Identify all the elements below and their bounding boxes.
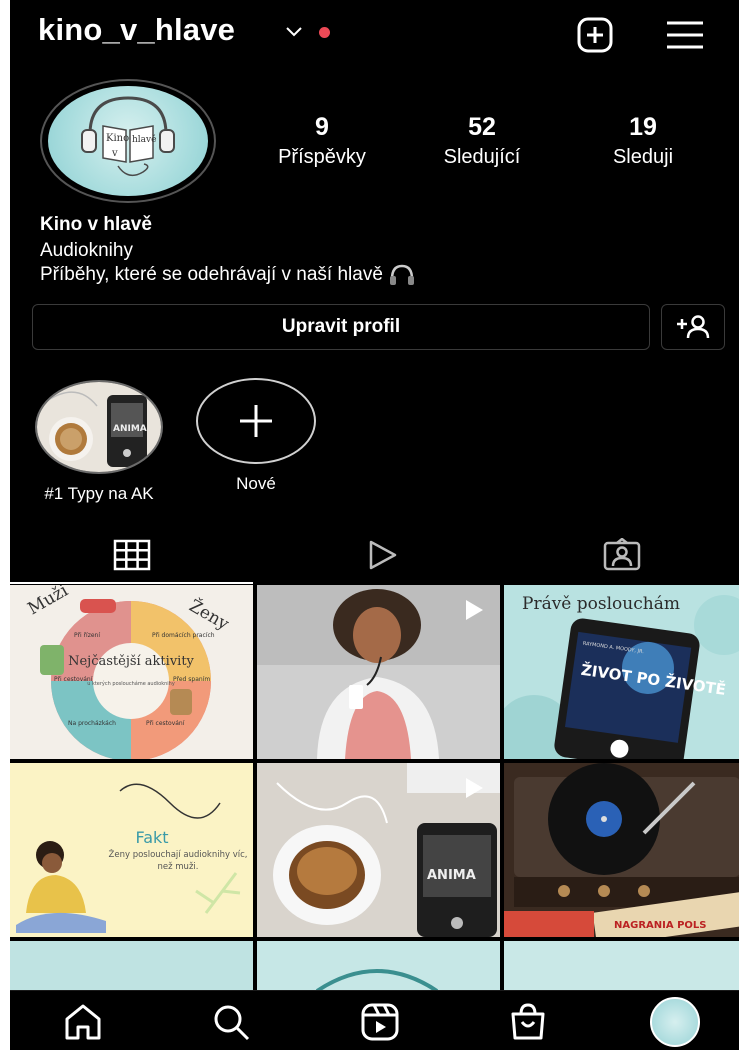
post-thumbnail[interactable]: Právě poslouchám RAYMOND A. MOODY, JR. Ž… xyxy=(504,585,739,759)
instagram-profile-screen: kino_v_hlave Kino v hlavě 9 Příspěvky 52… xyxy=(10,0,739,1050)
video-indicator-icon xyxy=(466,778,483,798)
hamburger-menu-icon xyxy=(667,21,703,49)
stat-label: Sleduji xyxy=(612,146,674,168)
chevron-down-icon[interactable] xyxy=(284,24,304,40)
svg-text:Na procházkách: Na procházkách xyxy=(68,720,116,727)
svg-text:u kterých posloucháme audiokni: u kterých posloucháme audioknihy xyxy=(87,680,175,687)
bottom-navigation xyxy=(10,990,739,1050)
create-post-button[interactable] xyxy=(575,15,615,55)
post-thumbnail[interactable]: NAGRANIA POLS xyxy=(504,763,739,937)
grid-icon xyxy=(113,539,150,571)
post-thumbnail-video[interactable] xyxy=(257,585,500,759)
profile-avatar: Kino v hlavě xyxy=(48,86,208,196)
post-thumbnail-video[interactable]: ANIMA xyxy=(257,763,500,937)
tagged-person-icon xyxy=(603,538,640,571)
video-indicator-icon xyxy=(466,600,483,620)
nav-reels-button[interactable] xyxy=(355,997,405,1047)
stat-value: 19 xyxy=(629,113,657,141)
post-thumbnail[interactable] xyxy=(257,941,500,991)
notification-dot xyxy=(319,27,330,38)
highlight-label: Nové xyxy=(236,474,276,493)
svg-text:hlavě: hlavě xyxy=(132,134,156,145)
post-thumbnail[interactable]: Fakt Ženy poslouchají audioknihy víc, ne… xyxy=(10,763,253,937)
nav-home-button[interactable] xyxy=(58,997,108,1047)
profile-bio: Příběhy, které se odehrávají v naší hlav… xyxy=(40,264,415,286)
profile-avatar-small xyxy=(650,997,700,1047)
reels-play-icon xyxy=(369,540,396,570)
stat-label: Sledující xyxy=(443,146,521,168)
username-switcher[interactable]: kino_v_hlave xyxy=(38,12,235,48)
svg-text:Nejčastější aktivity: Nejčastější aktivity xyxy=(68,654,194,669)
profile-display-name: Kino v hlavě xyxy=(40,214,152,235)
svg-text:ANIMA: ANIMA xyxy=(427,868,476,883)
profile-avatar-ring[interactable]: Kino v hlavě xyxy=(40,79,216,203)
new-highlight-ring xyxy=(196,378,316,464)
stat-value: 9 xyxy=(315,113,329,141)
svg-text:Při cestování: Při cestování xyxy=(146,720,185,727)
kino-v-hlave-logo: Kino v hlavě xyxy=(81,96,175,177)
plus-square-icon xyxy=(577,17,613,53)
shop-icon xyxy=(511,1003,545,1040)
svg-text:Právě poslouchám: Právě poslouchám xyxy=(522,594,680,614)
tab-reels[interactable] xyxy=(260,526,503,584)
tab-tagged[interactable] xyxy=(500,526,739,584)
edit-profile-button[interactable]: Upravit profil xyxy=(32,304,650,350)
nav-search-button[interactable] xyxy=(206,997,256,1047)
post-thumbnail[interactable]: Muži Ženy Nejčastější aktivity u kterých… xyxy=(10,585,253,759)
highlight-label: #1 Typy na AK xyxy=(44,484,154,503)
svg-text:Při cestování: Při cestování xyxy=(54,676,93,683)
nav-shop-button[interactable] xyxy=(503,997,553,1047)
reels-icon xyxy=(361,1003,399,1041)
followers-count[interactable]: 52 Sledující xyxy=(412,112,552,170)
svg-text:Při řízení: Při řízení xyxy=(74,632,100,639)
svg-text:Kino: Kino xyxy=(106,133,129,144)
discover-people-button[interactable] xyxy=(661,304,725,350)
story-highlight[interactable]: ANIMA #1 Typy na AK xyxy=(24,380,174,504)
posts-count[interactable]: 9 Příspěvky xyxy=(252,112,392,170)
active-tab-indicator xyxy=(10,582,253,584)
profile-category: Audioknihy xyxy=(40,240,133,261)
profile-tabs xyxy=(10,526,739,584)
plus-icon xyxy=(240,405,272,437)
menu-button[interactable] xyxy=(665,15,705,55)
add-person-icon xyxy=(677,315,710,339)
new-highlight[interactable]: Nové xyxy=(196,378,316,494)
svg-text:Fakt: Fakt xyxy=(135,828,168,847)
post-thumbnail[interactable] xyxy=(504,941,739,991)
bio-text: Příběhy, které se odehrávají v naší hlav… xyxy=(40,264,383,285)
svg-text:v: v xyxy=(111,148,118,159)
svg-text:ANIMA: ANIMA xyxy=(113,424,147,434)
nav-profile-button[interactable] xyxy=(650,997,700,1047)
stat-label: Příspěvky xyxy=(278,146,366,168)
following-count[interactable]: 19 Sleduji xyxy=(573,112,713,170)
top-header: kino_v_hlave xyxy=(10,0,739,70)
home-icon xyxy=(65,1004,101,1040)
search-icon xyxy=(214,1005,250,1041)
svg-text:Před spaním: Před spaním xyxy=(173,676,210,683)
headphones-icon xyxy=(389,264,414,285)
highlight-cover: ANIMA xyxy=(35,380,163,474)
stat-value: 52 xyxy=(468,113,496,141)
post-thumbnail[interactable] xyxy=(10,941,253,991)
svg-text:NAGRANIA POLS: NAGRANIA POLS xyxy=(614,920,706,931)
tab-posts-grid[interactable] xyxy=(10,526,253,584)
svg-text:Při domácích pracích: Při domácích pracích xyxy=(152,632,215,639)
